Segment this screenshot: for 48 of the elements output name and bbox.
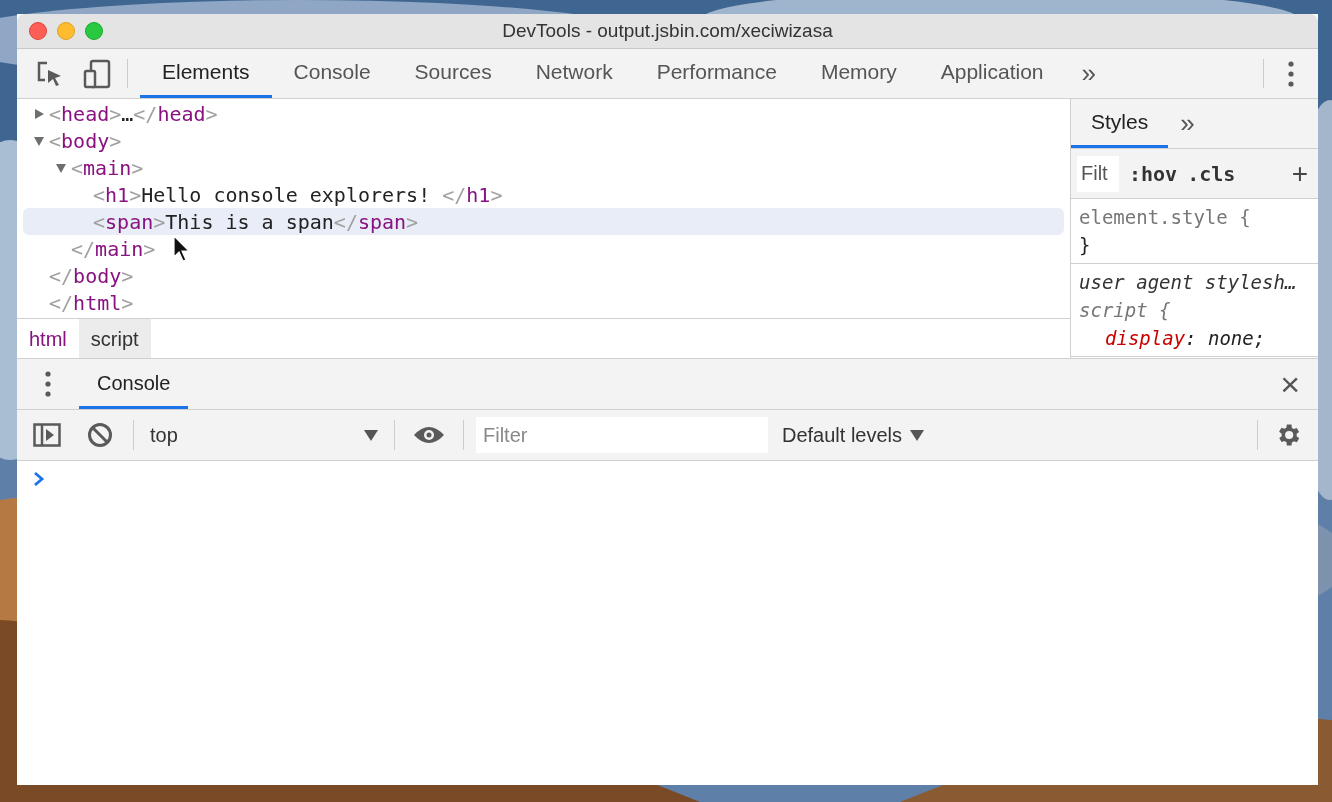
collapsed-arrow-icon[interactable] [33,107,45,120]
console-filter-field[interactable]: Filter [476,417,768,453]
clear-console-icon[interactable] [87,422,113,448]
html-tag: </span> [333,206,419,237]
node-text: … [121,100,134,128]
more-tabs-button[interactable]: » [1065,49,1112,98]
dropdown-caret-icon [910,429,925,441]
css-selector: element.style { [1079,205,1252,230]
context-selector[interactable]: top [134,420,394,450]
dropdown-caret-icon [364,429,378,441]
log-levels-dropdown[interactable]: Default levels [782,420,925,450]
panel-tab[interactable]: Network [513,49,635,98]
hover-state-toggle[interactable]: :hov [1129,158,1178,189]
selected-dom-row[interactable]: <span>This is a span</span> [23,208,1064,235]
expanded-arrow-icon[interactable] [33,134,45,147]
html-tag: </h1> [442,179,503,210]
panel-tab[interactable]: Elements [140,49,272,98]
expanded-arrow-icon[interactable] [55,161,67,174]
panel-tab[interactable]: Console [271,49,393,98]
close-window-button[interactable] [29,22,47,40]
css-property: display [1105,327,1186,349]
rule-close-brace: } [1079,233,1092,258]
more-options-icon[interactable] [1288,60,1294,87]
device-toolbar-icon[interactable] [83,58,111,89]
html-tag: </head> [133,99,218,129]
mouse-cursor-icon [173,235,191,263]
breadcrumb[interactable]: script [78,319,151,358]
new-rule-button[interactable]: + [1291,159,1308,188]
node-text: This is a span [165,208,334,236]
eye-icon[interactable] [413,425,445,445]
stylesheet-origin: user agent stylesh… [1079,270,1298,295]
drawer-menu-icon[interactable] [45,371,51,397]
class-toggle[interactable]: .cls [1187,158,1236,189]
breadcrumb[interactable]: html [17,319,79,358]
sidebar-toggle-icon[interactable] [33,423,61,447]
css-value: : none; [1185,327,1266,349]
console-prompt-icon[interactable] [33,471,45,487]
panel-tab[interactable]: Application [918,49,1066,98]
window-title: DevTools - output.jsbin.com/xeciwizasa [502,18,833,43]
panel-tab[interactable]: Sources [392,49,514,98]
panel-tab[interactable]: Performance [634,49,799,98]
node-text: Hello console explorers! [141,181,432,209]
close-drawer-button[interactable]: × [1262,359,1318,409]
css-selector: script { [1079,298,1172,323]
more-tabs-button[interactable]: » [1168,99,1207,148]
styles-filter-field[interactable]: Filt [1077,155,1119,192]
inspect-element-icon[interactable] [35,59,63,88]
panel-tab[interactable]: Memory [798,49,919,98]
